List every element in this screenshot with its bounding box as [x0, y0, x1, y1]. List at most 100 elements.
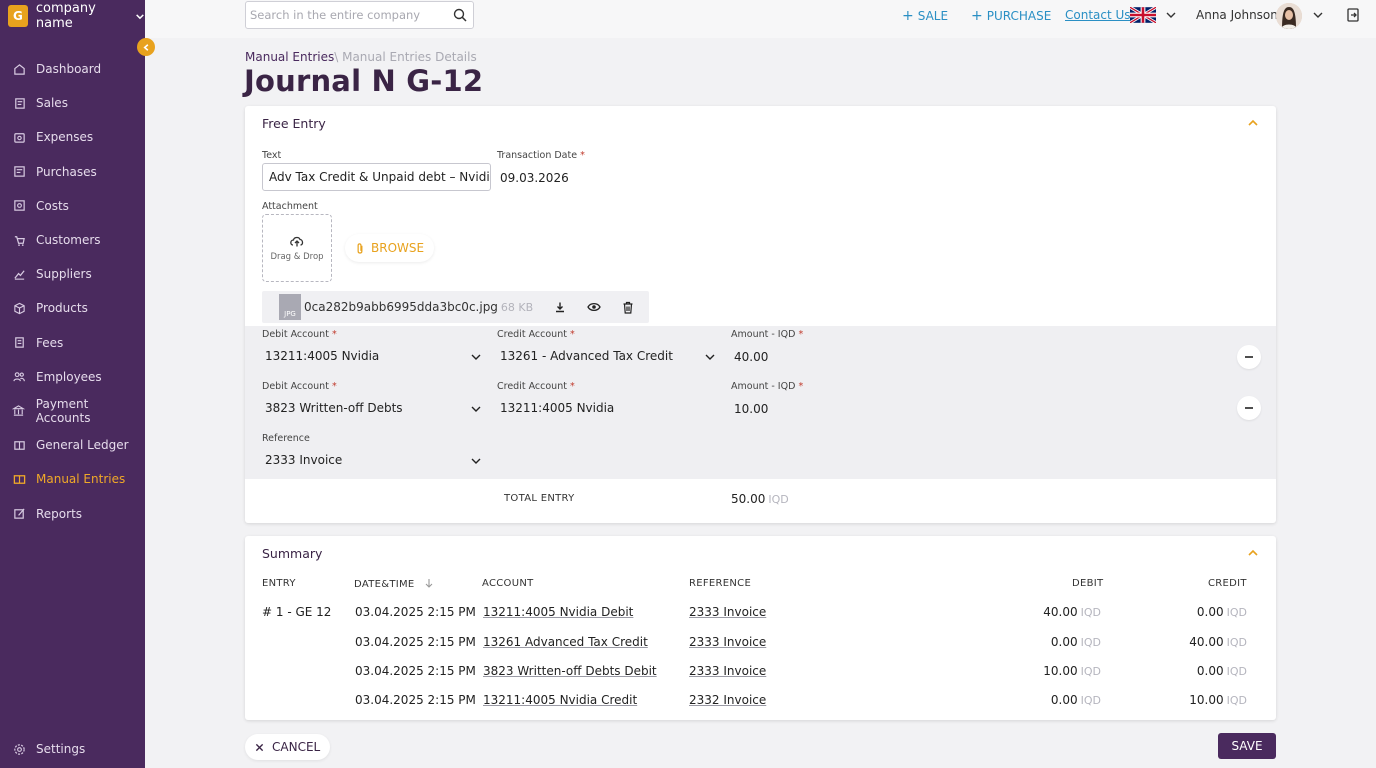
sidebar-item-sales[interactable]: Sales: [0, 86, 145, 120]
browse-button[interactable]: BROWSE: [345, 234, 435, 262]
currency-label: IQD: [1226, 636, 1247, 649]
logout-icon[interactable]: [1345, 7, 1361, 23]
currency-label: IQD: [1080, 694, 1101, 707]
delete-file-button[interactable]: [615, 295, 641, 319]
row-debit-value: 10.00: [1043, 664, 1078, 678]
debit-account-label-text: Debit Account: [262, 329, 329, 340]
free-entry-card: Free Entry Text Transaction Date * 09.03…: [245, 106, 1276, 523]
sidebar-item-fees[interactable]: Fees: [0, 326, 145, 360]
chevron-up-icon[interactable]: [1246, 546, 1260, 560]
reference-select[interactable]: 2333 Invoice: [262, 449, 484, 473]
sidebar-item-label: General Ledger: [36, 438, 129, 453]
row-account-link[interactable]: 13261 Advanced Tax Credit: [483, 635, 648, 649]
save-button[interactable]: SAVE: [1218, 733, 1276, 759]
row-account-link[interactable]: 3823 Written-off Debts Debit: [483, 664, 657, 678]
sidebar-item-reports[interactable]: Reports: [0, 496, 145, 530]
remove-line-button[interactable]: [1237, 396, 1261, 420]
sidebar-item-label: Manual Entries: [36, 472, 126, 487]
sidebar-item-general-ledger[interactable]: General Ledger: [0, 428, 145, 462]
gear-icon: [12, 742, 26, 756]
sidebar-item-payment-accounts[interactable]: Payment Accounts: [0, 394, 145, 428]
new-sale-link[interactable]: + SALE: [902, 8, 948, 24]
collapse-sidebar-button[interactable]: [137, 38, 155, 56]
user-name[interactable]: Anna Johnson: [1196, 8, 1278, 22]
contact-us-link[interactable]: Contact Us: [1065, 8, 1131, 22]
company-logo: G: [8, 5, 28, 27]
new-purchase-link[interactable]: + PURCHASE: [971, 8, 1051, 24]
sidebar-item-products[interactable]: Products: [0, 291, 145, 325]
total-entry-value: 50.00 IQD: [731, 492, 789, 506]
sidebar-item-label: Customers: [36, 233, 101, 248]
amount-label: Amount - IQD *: [731, 329, 803, 340]
chevron-up-icon[interactable]: [1246, 116, 1260, 130]
required-marker: *: [331, 381, 337, 392]
row-credit: 40.00 IQD: [1189, 635, 1247, 649]
row-debit-value: 40.00: [1043, 605, 1078, 619]
required-marker: *: [798, 381, 804, 392]
avatar[interactable]: [1276, 3, 1302, 29]
chevron-down-icon: [705, 354, 715, 360]
drag-drop-zone[interactable]: Drag & Drop: [262, 214, 332, 282]
cancel-button[interactable]: CANCEL: [245, 734, 331, 760]
row-reference-link[interactable]: 2332 Invoice: [689, 693, 766, 707]
language-chevron-down-icon[interactable]: [1165, 9, 1177, 21]
bank-icon: [12, 404, 26, 418]
breadcrumb-current: Manual Entries Details: [342, 50, 477, 64]
amount-input[interactable]: 10.00: [734, 402, 768, 416]
sidebar-item-label: Suppliers: [36, 267, 92, 282]
user-chevron-down-icon[interactable]: [1312, 9, 1324, 21]
file-name-text: 0ca282b9abb6995dda3bc0c.jpg: [304, 300, 498, 314]
sidebar-item-settings[interactable]: Settings: [0, 732, 145, 766]
row-debit-value: 0.00: [1050, 693, 1078, 707]
uk-flag-icon[interactable]: [1130, 7, 1156, 23]
column-header-debit: DEBIT: [1072, 578, 1104, 589]
debit-account-value: 13211:4005 Nvidia: [265, 349, 380, 363]
minus-icon: [1245, 407, 1253, 409]
row-account-link[interactable]: 13211:4005 Nvidia Debit: [483, 605, 633, 619]
sidebar-item-costs[interactable]: Costs: [0, 189, 145, 223]
transaction-date-input[interactable]: 09.03.2026: [500, 171, 569, 185]
credit-account-select[interactable]: 13211:4005 Nvidia: [497, 397, 718, 421]
search-box: [245, 1, 474, 29]
credit-account-select[interactable]: 13261 - Advanced Tax Credit: [497, 345, 718, 369]
row-credit-value: 0.00: [1196, 605, 1224, 619]
sidebar-item-suppliers[interactable]: Suppliers: [0, 257, 145, 291]
customers-icon: [12, 233, 26, 247]
sidebar-item-label: Employees: [36, 369, 102, 384]
download-file-button[interactable]: [547, 295, 573, 319]
search-icon[interactable]: [453, 8, 467, 22]
minus-icon: [1245, 356, 1253, 358]
suppliers-icon: [12, 267, 26, 281]
sidebar-item-customers[interactable]: Customers: [0, 223, 145, 257]
products-icon: [12, 301, 26, 315]
page-title: Journal N G-12: [244, 64, 484, 98]
amount-input[interactable]: 40.00: [734, 350, 768, 364]
row-account-link[interactable]: 13211:4005 Nvidia Credit: [483, 693, 637, 707]
credit-account-label: Credit Account *: [497, 329, 575, 340]
sidebar-item-dashboard[interactable]: Dashboard: [0, 52, 145, 86]
search-input[interactable]: [246, 2, 436, 28]
row-reference-link[interactable]: 2333 Invoice: [689, 635, 766, 649]
text-input[interactable]: [263, 164, 490, 190]
required-marker: *: [569, 329, 575, 340]
row-reference-link[interactable]: 2333 Invoice: [689, 605, 766, 619]
row-debit-value: 0.00: [1050, 635, 1078, 649]
breadcrumb-manual-entries[interactable]: Manual Entries: [245, 50, 334, 64]
sidebar-item-expenses[interactable]: Expenses: [0, 120, 145, 154]
sidebar-item-label: Settings: [36, 742, 86, 757]
file-size: 68 KB: [500, 301, 534, 314]
entry-id: # 1 - GE 12: [262, 605, 332, 619]
employees-icon: [12, 370, 26, 384]
sidebar-item-manual-entries[interactable]: Manual Entries: [0, 462, 145, 496]
row-credit-value: 40.00: [1189, 635, 1224, 649]
debit-account-select[interactable]: 13211:4005 Nvidia: [262, 345, 484, 369]
column-header-datetime[interactable]: DATE&TIME: [354, 578, 434, 590]
debit-account-select[interactable]: 3823 Written-off Debts: [262, 397, 484, 421]
remove-line-button[interactable]: [1237, 345, 1261, 369]
sidebar-item-employees[interactable]: Employees: [0, 360, 145, 394]
row-reference-link[interactable]: 2333 Invoice: [689, 664, 766, 678]
attached-file-row: JPG 0ca282b9abb6995dda3bc0c.jpg 68 KB: [262, 291, 649, 323]
company-switcher[interactable]: G company name: [8, 1, 145, 31]
view-file-button[interactable]: [581, 295, 607, 319]
sidebar-item-purchases[interactable]: Purchases: [0, 155, 145, 189]
